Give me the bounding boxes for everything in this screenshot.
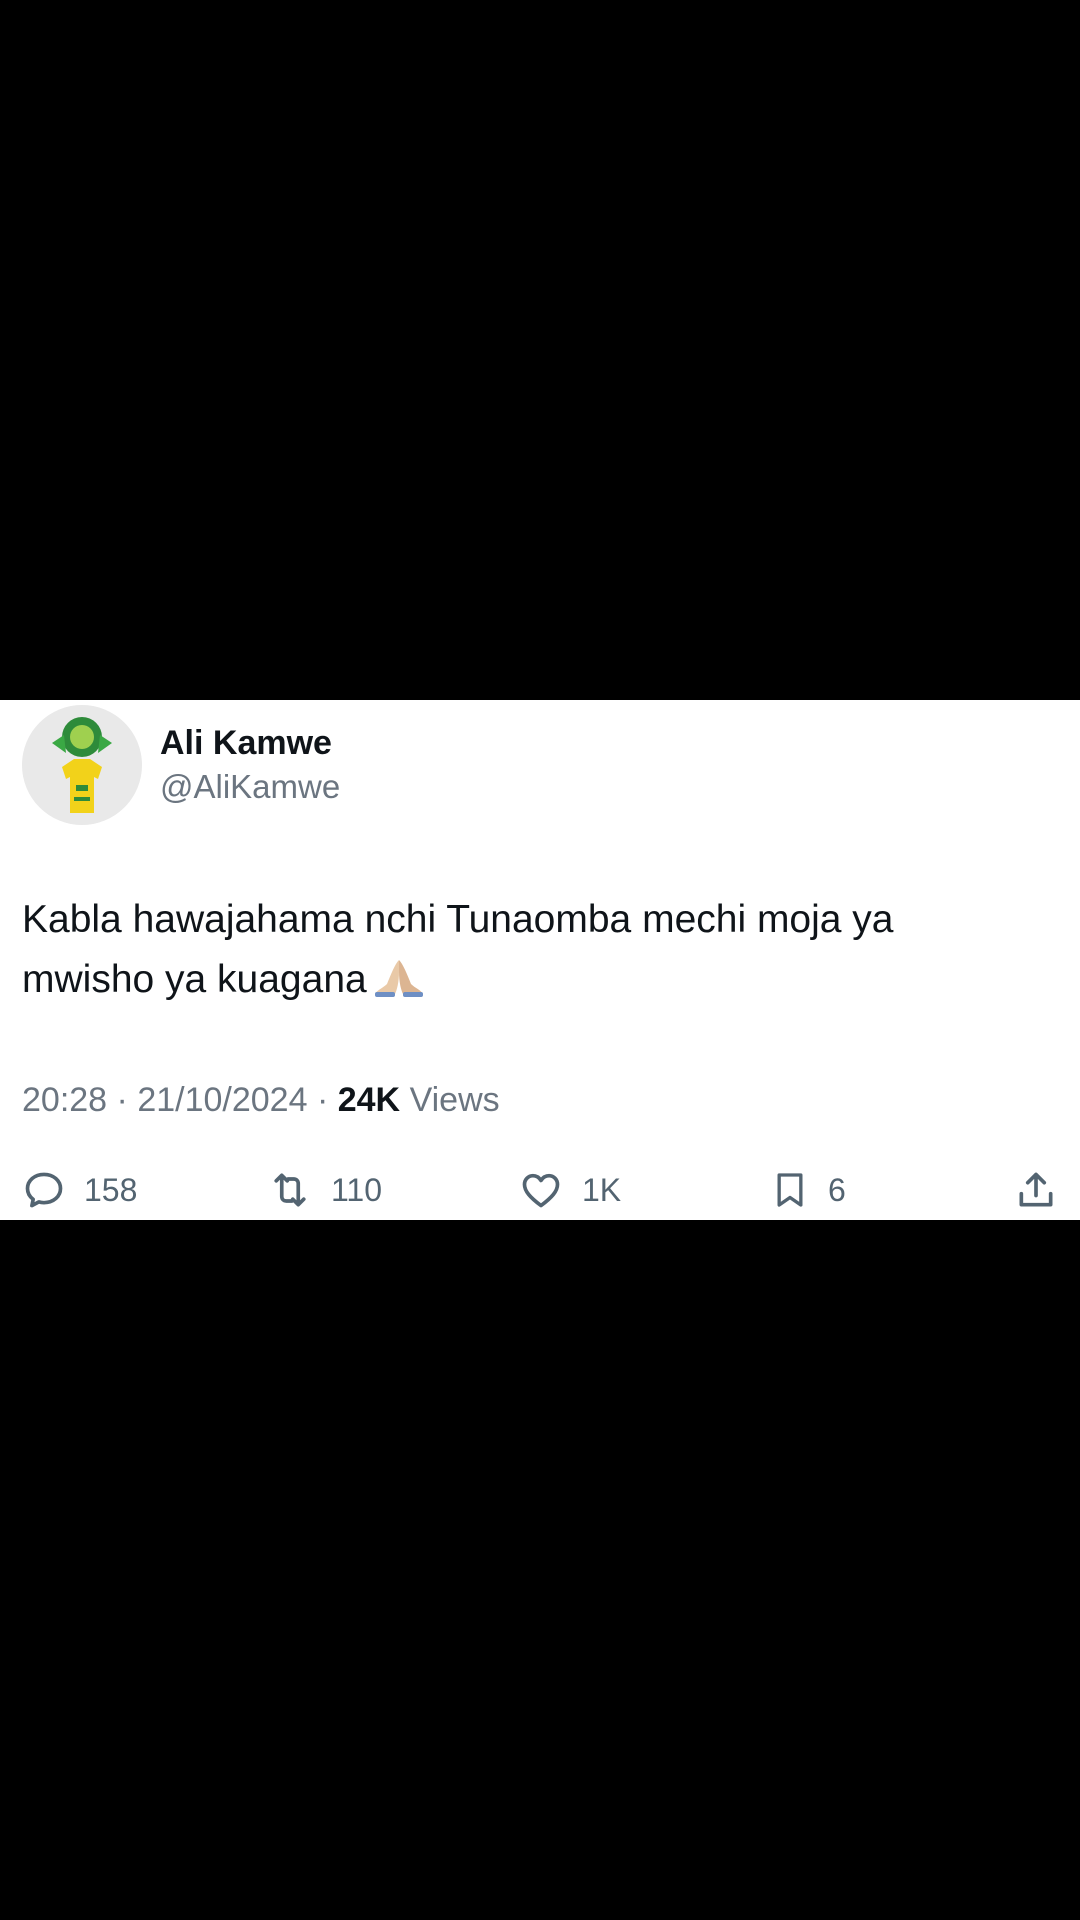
tweet-header: Ali Kamwe @AliKamwe [22, 700, 340, 830]
handle[interactable]: @AliKamwe [160, 765, 340, 809]
tweet-text-line-2-wrapper: mwisho ya kuagana [22, 950, 1052, 1016]
reply-button[interactable]: 158 [22, 1165, 137, 1215]
avatar[interactable] [22, 705, 142, 825]
tweet-date[interactable]: 21/10/2024 [137, 1081, 307, 1119]
retweet-button[interactable]: 110 [267, 1165, 382, 1215]
views-label: Views [409, 1081, 500, 1119]
like-count: 1K [582, 1171, 622, 1208]
tweet-text-line-1: Kabla hawajahama nchi Tunaomba mechi moj… [22, 898, 894, 941]
tweet-time[interactable]: 20:28 [22, 1081, 107, 1119]
retweet-icon [274, 1173, 306, 1207]
retweet-count: 110 [331, 1171, 383, 1208]
share-icon [1019, 1172, 1053, 1207]
tweet-card[interactable]: Ali Kamwe @AliKamwe Kabla hawajahama nch… [0, 700, 1080, 1220]
display-name[interactable]: Ali Kamwe [160, 721, 340, 765]
bookmark-count: 6 [828, 1171, 846, 1208]
screen: Ali Kamwe @AliKamwe Kabla hawajahama nch… [0, 0, 1080, 1920]
heart-icon [522, 1173, 560, 1208]
reply-icon [25, 1172, 63, 1208]
bookmark-icon [777, 1173, 803, 1207]
author-identity: Ali Kamwe @AliKamwe [160, 721, 340, 809]
meta-separator-1: · [116, 1081, 128, 1119]
share-button[interactable] [1014, 1165, 1058, 1215]
views-count[interactable]: 24K [338, 1081, 400, 1119]
reply-count: 158 [84, 1171, 138, 1208]
folded-hands-icon [373, 956, 425, 1016]
like-button[interactable]: 1K [518, 1165, 621, 1215]
action-bar: 158 110 1K 6 [22, 1165, 1062, 1215]
tweet-meta: 20:28 · 21/10/2024 · 24K Views [22, 1078, 500, 1122]
tweet-text: Kabla hawajahama nchi Tunaomba mechi moj… [22, 890, 1052, 1016]
tweet-text-line-2: mwisho ya kuagana [22, 958, 367, 1001]
meta-separator-2: · [316, 1081, 329, 1119]
club-badge-avatar-icon [22, 705, 142, 825]
bookmark-button[interactable]: 6 [770, 1165, 846, 1215]
